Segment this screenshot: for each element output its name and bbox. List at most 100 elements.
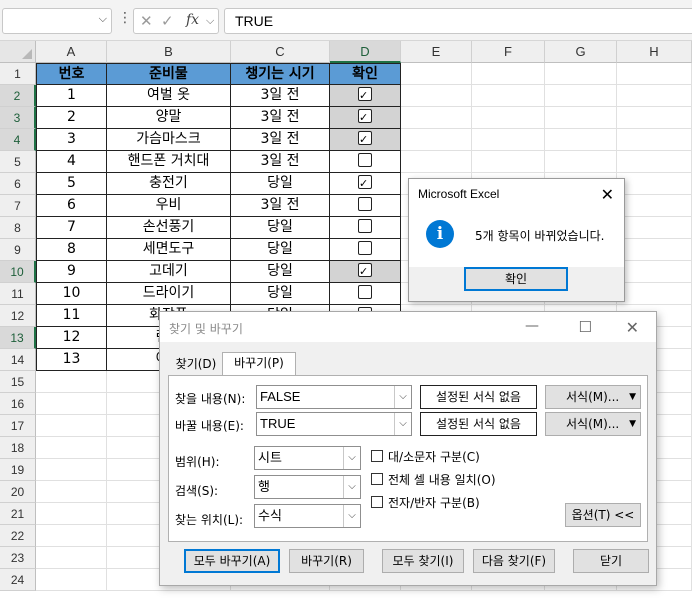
grid-cell[interactable] bbox=[545, 107, 617, 129]
column-header[interactable]: E bbox=[401, 41, 472, 63]
table-cell[interactable]: 4 bbox=[36, 151, 107, 173]
table-cell[interactable]: 12 bbox=[36, 327, 107, 349]
row-header[interactable]: 22 bbox=[0, 525, 36, 547]
chevron-down-icon[interactable]: ⌵ bbox=[394, 386, 411, 408]
more-options-icon[interactable]: ⋮ bbox=[118, 10, 132, 26]
row-header[interactable]: 10 bbox=[0, 261, 36, 283]
find-what-input[interactable]: FALSE ⌵ bbox=[256, 385, 412, 409]
table-header-cell[interactable]: 챙기는 시기 bbox=[231, 63, 330, 85]
table-cell[interactable]: 3일 전 bbox=[231, 85, 330, 107]
match-entire-checkbox[interactable] bbox=[371, 473, 383, 485]
chevron-down-icon[interactable]: ⌵ bbox=[99, 12, 107, 26]
grid-cell[interactable] bbox=[401, 151, 472, 173]
check-cell[interactable] bbox=[330, 129, 401, 151]
check-cell[interactable] bbox=[330, 239, 401, 261]
replace-all-button[interactable]: 모두 바꾸기(A) bbox=[184, 549, 280, 573]
chevron-down-icon[interactable]: ⌵ bbox=[343, 476, 360, 498]
row-header[interactable]: 12 bbox=[0, 305, 36, 327]
table-cell[interactable]: 3일 전 bbox=[231, 151, 330, 173]
column-header[interactable]: C bbox=[231, 41, 330, 63]
check-cell[interactable] bbox=[330, 107, 401, 129]
row-header[interactable]: 24 bbox=[0, 569, 36, 591]
checkbox-checked[interactable] bbox=[358, 173, 372, 194]
grid-cell[interactable] bbox=[617, 239, 692, 261]
grid-cell[interactable] bbox=[36, 393, 107, 415]
row-header[interactable]: 13 bbox=[0, 327, 36, 349]
close-icon[interactable]: ✕ bbox=[601, 185, 614, 204]
table-cell[interactable]: 6 bbox=[36, 195, 107, 217]
grid-cell[interactable] bbox=[545, 85, 617, 107]
row-header[interactable]: 16 bbox=[0, 393, 36, 415]
table-cell[interactable]: 당일 bbox=[231, 173, 330, 195]
checkbox-unchecked[interactable] bbox=[358, 219, 372, 233]
table-cell[interactable]: 당일 bbox=[231, 283, 330, 305]
insert-function-icon[interactable]: fx bbox=[186, 12, 199, 28]
grid-cell[interactable] bbox=[36, 503, 107, 525]
check-cell[interactable] bbox=[330, 85, 401, 107]
row-header[interactable]: 9 bbox=[0, 239, 36, 261]
grid-cell[interactable] bbox=[617, 63, 692, 85]
grid-cell[interactable] bbox=[617, 261, 692, 283]
grid-cell[interactable] bbox=[401, 85, 472, 107]
table-cell[interactable]: 3일 전 bbox=[231, 107, 330, 129]
checkbox-checked[interactable] bbox=[358, 107, 372, 128]
grid-cell[interactable] bbox=[617, 195, 692, 217]
grid-cell[interactable] bbox=[36, 437, 107, 459]
grid-cell[interactable] bbox=[36, 459, 107, 481]
table-cell[interactable]: 충전기 bbox=[107, 173, 231, 195]
grid-cell[interactable] bbox=[617, 129, 692, 151]
grid-cell[interactable] bbox=[545, 63, 617, 85]
find-all-button[interactable]: 모두 찾기(I) bbox=[382, 549, 464, 573]
table-header-cell[interactable]: 확인 bbox=[330, 63, 401, 85]
table-cell[interactable]: 13 bbox=[36, 349, 107, 371]
ok-button[interactable]: 확인 bbox=[464, 267, 568, 291]
table-cell[interactable]: 11 bbox=[36, 305, 107, 327]
checkbox-unchecked[interactable] bbox=[358, 241, 372, 255]
checkbox-unchecked[interactable] bbox=[358, 285, 372, 299]
tab-replace[interactable]: 바꾸기(P) bbox=[222, 352, 296, 376]
grid-cell[interactable] bbox=[401, 129, 472, 151]
minimize-icon[interactable]: — bbox=[525, 318, 539, 334]
row-header[interactable]: 5 bbox=[0, 151, 36, 173]
table-header-cell[interactable]: 준비물 bbox=[107, 63, 231, 85]
row-header[interactable]: 3 bbox=[0, 107, 36, 129]
checkbox-unchecked[interactable] bbox=[358, 153, 372, 167]
table-cell[interactable]: 3일 전 bbox=[231, 195, 330, 217]
grid-cell[interactable] bbox=[36, 547, 107, 569]
within-select[interactable]: 시트 ⌵ bbox=[254, 446, 361, 470]
grid-cell[interactable] bbox=[617, 217, 692, 239]
select-all-corner[interactable] bbox=[0, 41, 36, 63]
table-header-cell[interactable]: 번호 bbox=[36, 63, 107, 85]
column-header[interactable]: F bbox=[472, 41, 545, 63]
row-header[interactable]: 23 bbox=[0, 547, 36, 569]
checkbox-unchecked[interactable] bbox=[358, 197, 372, 211]
grid-cell[interactable] bbox=[472, 129, 545, 151]
search-select[interactable]: 행 ⌵ bbox=[254, 475, 361, 499]
row-header[interactable]: 6 bbox=[0, 173, 36, 195]
table-cell[interactable]: 1 bbox=[36, 85, 107, 107]
table-cell[interactable]: 10 bbox=[36, 283, 107, 305]
row-header[interactable]: 14 bbox=[0, 349, 36, 371]
grid-cell[interactable] bbox=[617, 173, 692, 195]
maximize-icon[interactable]: ☐ bbox=[579, 318, 592, 336]
close-icon[interactable]: ✕ bbox=[626, 318, 639, 337]
grid-cell[interactable] bbox=[36, 525, 107, 547]
column-header[interactable]: A bbox=[36, 41, 107, 63]
match-case-checkbox[interactable] bbox=[371, 450, 383, 462]
table-cell[interactable]: 핸드폰 거치대 bbox=[107, 151, 231, 173]
table-cell[interactable]: 양말 bbox=[107, 107, 231, 129]
table-cell[interactable]: 9 bbox=[36, 261, 107, 283]
grid-cell[interactable] bbox=[617, 85, 692, 107]
enter-icon[interactable]: ✓ bbox=[161, 12, 174, 30]
table-cell[interactable]: 우비 bbox=[107, 195, 231, 217]
row-header[interactable]: 20 bbox=[0, 481, 36, 503]
row-header[interactable]: 1 bbox=[0, 63, 36, 85]
cancel-icon[interactable]: ✕ bbox=[140, 12, 153, 30]
chevron-down-icon[interactable]: ⌵ bbox=[206, 14, 214, 28]
chevron-down-icon[interactable]: ⌵ bbox=[343, 447, 360, 469]
grid-cell[interactable] bbox=[545, 129, 617, 151]
name-box[interactable]: ⌵ bbox=[2, 8, 112, 34]
column-header[interactable]: B bbox=[107, 41, 231, 63]
checkbox-checked[interactable] bbox=[358, 261, 372, 282]
table-cell[interactable]: 고데기 bbox=[107, 261, 231, 283]
